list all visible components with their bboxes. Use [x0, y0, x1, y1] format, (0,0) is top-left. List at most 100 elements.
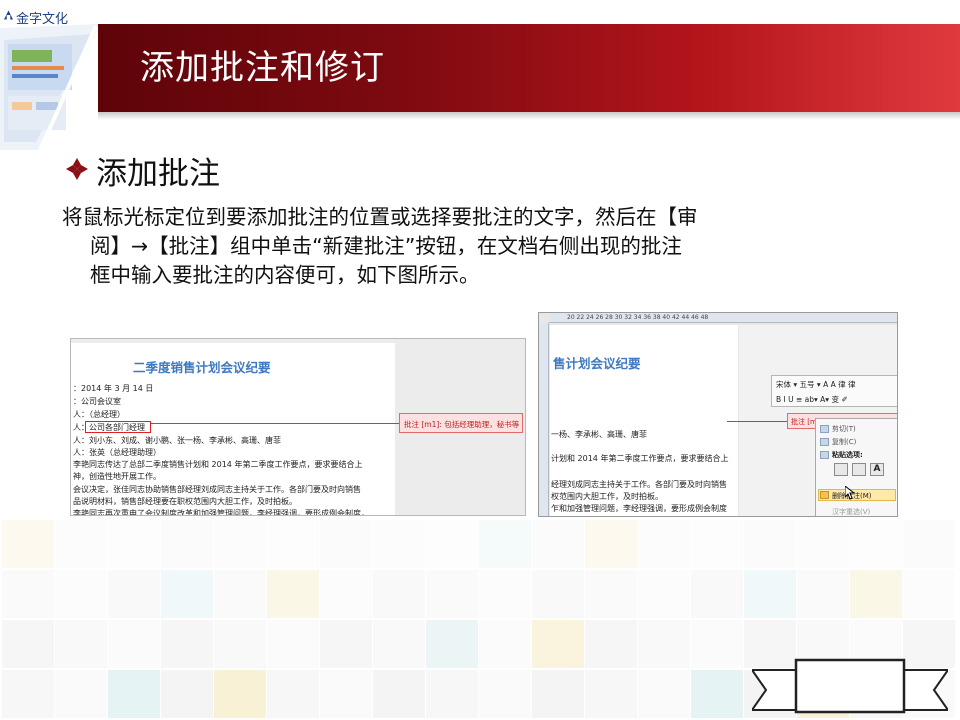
- menu-item-copy[interactable]: 复制(C): [832, 437, 856, 447]
- menu-item-paste-options: 粘贴选项:: [832, 451, 863, 459]
- background-grid-cell: [638, 570, 690, 618]
- background-grid-cell: [161, 620, 213, 668]
- diamond-bullet-icon: [66, 158, 88, 180]
- next-slide-ribbon-button[interactable]: [752, 656, 948, 718]
- document-line: 人：刘小东、刘成、谢小鹏、张一杨、李承彬、高珊、唐菲: [73, 436, 281, 445]
- background-grid-cell: [55, 620, 107, 668]
- background-grid-cell: [691, 520, 743, 568]
- ruler-numbers: 20 22 24 26 28 30 32 34 36 38 40 42 44 4…: [567, 314, 709, 321]
- toolbar-font-row[interactable]: 宋体 ▾ 五号 ▾ A A 律 律: [776, 379, 855, 390]
- document-line: 李艳同志再次重申了会议制度改革和加强管理问题，李经理强调，要形成例会制度，: [73, 509, 369, 516]
- background-grid-cell: [214, 620, 266, 668]
- body-paragraph: 将鼠标光标定位到要添加批注的位置或选择要批注的文字，然后在【审 阅】→【批注】组…: [62, 203, 912, 290]
- background-grid-cell: [850, 570, 902, 618]
- background-grid-cell: [373, 570, 425, 618]
- title-bar-shadow: [98, 112, 960, 120]
- mouse-cursor-icon: [845, 486, 855, 500]
- menu-item-cut[interactable]: 剪切(T): [832, 424, 856, 434]
- background-grid-cell: [161, 520, 213, 568]
- background-grid-cell: [161, 670, 213, 718]
- background-grid-cell: [532, 670, 584, 718]
- document-line: 人：（总经理）: [73, 410, 125, 419]
- paragraph-line-3: 框中输入要批注的内容便可，如下图所示。: [90, 263, 480, 287]
- background-grid-cell: [532, 620, 584, 668]
- paste-icon: [820, 451, 829, 459]
- background-grid-cell: [320, 570, 372, 618]
- comment-balloon[interactable]: 批注 [m1]: 包括经理助理，秘书等: [399, 413, 523, 433]
- background-grid-cell: [55, 670, 107, 718]
- background-grid-cell: [108, 670, 160, 718]
- background-grid-cell: [267, 620, 319, 668]
- background-grid-cell: [2, 620, 54, 668]
- background-grid-cell: [2, 570, 54, 618]
- background-grid-cell: [373, 620, 425, 668]
- horizontal-ruler: 20 22 24 26 28 30 32 34 36 38 40 42 44 4…: [549, 313, 897, 323]
- document-line: ：2014 年 3 月 14 日: [73, 384, 154, 393]
- background-grid-cell: [161, 570, 213, 618]
- document-line: 计划和 2014 年第二季度工作要点，要求要结合上: [551, 454, 729, 463]
- document-title: 售计划会议纪要: [553, 356, 641, 371]
- background-grid-cell: [691, 570, 743, 618]
- background-grid-cell: [585, 620, 637, 668]
- paste-keep-format-icon[interactable]: [834, 463, 848, 476]
- background-grid-cell: [426, 620, 478, 668]
- background-grid-cell: [214, 520, 266, 568]
- paste-text-only-icon[interactable]: A: [870, 463, 884, 476]
- document-line: ：公司会议室: [73, 397, 121, 406]
- document-line: 品说明材料，销售部经理要在职权范围内大胆工作，及时拍板。: [73, 497, 297, 506]
- background-grid-cell: [320, 670, 372, 718]
- document-line: 权范围内大胆工作，及时拍板。: [551, 492, 663, 501]
- document-line: 经理刘成同志主持关于工作。各部门要及时向销售: [551, 480, 727, 489]
- background-grid-cell: [903, 570, 955, 618]
- background-grid-cell: [108, 570, 160, 618]
- background-grid-cell: [426, 670, 478, 718]
- background-grid-cell: [532, 520, 584, 568]
- background-grid-cell: [373, 670, 425, 718]
- background-grid-cell: [585, 570, 637, 618]
- background-grid-cell: [2, 520, 54, 568]
- context-menu[interactable]: 剪切(T) 复制(C) 粘贴选项: A 删除批注(M) 汉字重选(V): [815, 418, 897, 516]
- background-grid-cell: [744, 520, 796, 568]
- menu-item-reconvert[interactable]: 汉字重选(V): [832, 507, 870, 516]
- background-grid-cell: [797, 570, 849, 618]
- logo-mark-icon: [4, 10, 13, 20]
- background-grid-cell: [214, 570, 266, 618]
- cut-icon: [820, 425, 829, 433]
- document-title: 二季度销售计划会议纪要: [133, 360, 271, 375]
- background-grid-cell: [55, 520, 107, 568]
- document-line: 神，创造性地开展工作。: [73, 472, 161, 481]
- comment-highlight: [85, 421, 151, 433]
- comment-connector: [151, 423, 399, 424]
- background-grid-cell: [214, 670, 266, 718]
- logo-text: 金字文化: [16, 12, 69, 27]
- background-grid-cell: [320, 520, 372, 568]
- background-grid-cell: [638, 620, 690, 668]
- paragraph-line-1: 将鼠标光标定位到要添加批注的位置或选择要批注的文字，然后在【审: [62, 205, 698, 229]
- document-line: 会议决定，张佳同志协助销售部经理刘成同志主持关于工作。各部门要及时向销售: [73, 485, 361, 494]
- document-line: 人：张英（总经理助理）: [73, 448, 161, 457]
- background-grid-cell: [267, 570, 319, 618]
- vertical-ruler: [539, 323, 549, 516]
- paste-merge-icon[interactable]: [852, 463, 866, 476]
- background-grid-cell: [638, 670, 690, 718]
- background-grid-cell: [479, 520, 531, 568]
- background-grid-cell: [2, 670, 54, 718]
- document-line: 李艳同志传达了总部二季度销售计划和 2014 年第二季度工作要点，要求要结合上: [73, 460, 363, 469]
- background-grid-cell: [320, 620, 372, 668]
- mini-format-toolbar[interactable]: 宋体 ▾ 五号 ▾ A A 律 律 B I U ≡ ab▾ A▾ 变 ✐: [771, 375, 897, 407]
- background-grid-cell: [532, 570, 584, 618]
- background-grid-cell: [479, 620, 531, 668]
- background-grid-cell: [903, 520, 955, 568]
- paragraph-line-2: 阅】→【批注】组中单击“新建批注”按钮，在文档右侧出现的批注: [90, 234, 682, 258]
- copy-icon: [820, 438, 829, 446]
- background-grid-cell: [55, 570, 107, 618]
- background-grid-cell: [585, 520, 637, 568]
- background-grid-cell: [691, 620, 743, 668]
- background-grid-cell: [267, 520, 319, 568]
- toolbar-format-row[interactable]: B I U ≡ ab▾ A▾ 变 ✐: [776, 394, 848, 405]
- screenshot-comment-example: 二季度销售计划会议纪要 ：2014 年 3 月 14 日 ：公司会议室 人：（总…: [70, 338, 526, 516]
- slide-title: 添加批注和修订: [140, 48, 385, 88]
- delete-comment-icon: [820, 491, 829, 499]
- background-grid-cell: [267, 670, 319, 718]
- background-grid-cell: [373, 520, 425, 568]
